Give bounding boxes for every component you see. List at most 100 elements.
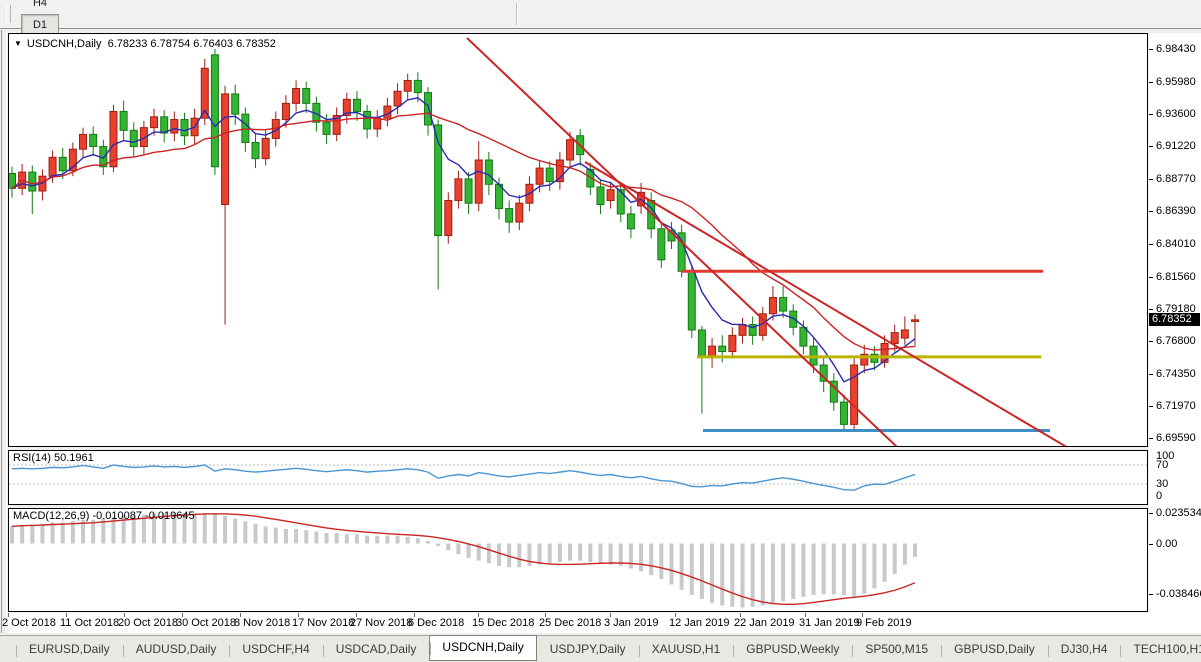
- macd-histogram-bar: [40, 523, 45, 544]
- chart-tab[interactable]: GBPUSD,Daily: [941, 638, 1048, 661]
- timeframe-button[interactable]: H4: [21, 0, 59, 14]
- chart-tab[interactable]: GBPUSD,Weekly: [733, 638, 852, 661]
- macd-signal-line: [11, 513, 916, 606]
- macd-histogram-bar: [892, 543, 897, 574]
- macd-histogram-bar: [20, 525, 25, 544]
- date-tick-label: 3 Jan 2019: [604, 617, 659, 629]
- macd-histogram-bar: [537, 543, 542, 565]
- chart-tab[interactable]: USDJPY,Daily: [537, 638, 639, 661]
- trendline-object: [466, 37, 898, 446]
- current-price-badge: 6.78352: [1149, 313, 1200, 327]
- date-tick-label: 17 Nov 2018: [292, 617, 355, 629]
- macd-histogram-bar: [456, 543, 461, 555]
- macd-indicator-panel[interactable]: [8, 508, 1148, 612]
- chart-tab[interactable]: TECH100,H1: [1120, 638, 1201, 661]
- price-tick-mark: [1149, 82, 1153, 83]
- macd-scale-label: 0.023534: [1156, 506, 1201, 519]
- macd-histogram-bar: [720, 543, 725, 606]
- rsi-line: [11, 464, 916, 491]
- macd-histogram-bar: [385, 535, 390, 544]
- price-tick-label: 6.69590: [1156, 432, 1196, 444]
- macd-histogram-bar: [628, 543, 633, 569]
- macd-histogram-bar: [314, 531, 319, 544]
- date-tick-label: 15 Dec 2018: [472, 617, 535, 629]
- macd-histogram-bar: [811, 543, 816, 595]
- price-tick-mark: [1149, 243, 1153, 245]
- macd-histogram-bar: [902, 543, 907, 565]
- chart-tab[interactable]: DJ30,H4: [1047, 638, 1121, 661]
- macd-histogram-bar: [415, 538, 420, 544]
- macd-histogram-bar: [486, 543, 491, 564]
- macd-histogram-bar: [354, 534, 359, 544]
- price-tick-label: 6.84010: [1156, 237, 1196, 250]
- macd-histogram-bar: [669, 543, 674, 585]
- macd-histogram-bar: [588, 543, 593, 562]
- price-axis[interactable]: 6.98430 6.95980 6.93600 6.91220 6.88770 6.863…: [1149, 33, 1201, 633]
- price-tick-mark: [1149, 211, 1153, 213]
- sma-18-line: [11, 112, 916, 351]
- date-tick-label: 27 Nov 2018: [350, 617, 413, 629]
- toolbar-separator: [516, 3, 518, 25]
- chart-tab[interactable]: USDCAD,Daily: [322, 638, 430, 661]
- timeframe-toolbar: M30H1H4D1W1MN: [0, 0, 1201, 75]
- toolbar-grip-icon[interactable]: [6, 5, 11, 23]
- macd-histogram-bar: [821, 543, 826, 595]
- chart-tab[interactable]: EURUSD,Daily: [16, 638, 123, 661]
- window-left-edge: [1, 30, 7, 633]
- macd-histogram-bar: [791, 543, 796, 599]
- macd-histogram-bar: [912, 543, 917, 557]
- chart-symbol-label: USDCNH,Daily: [26, 38, 102, 50]
- rsi-label: RSI(14) 50.1961: [13, 452, 94, 464]
- price-tick-label: 6.93600: [1156, 108, 1196, 121]
- macd-histogram-bar: [740, 543, 745, 608]
- rsi-canvas[interactable]: [9, 451, 1147, 504]
- macd-histogram-bar: [365, 535, 370, 544]
- chart-ohlc-values: 6.78233 6.78754 6.76403 6.78352: [107, 38, 276, 50]
- chart-tab-bar: EURUSD,Daily AUDUSD,Daily USDCHF,H4 USDCAD,…: [0, 635, 1201, 662]
- macd-histogram-bar: [263, 526, 268, 544]
- macd-tick-mark: [1149, 594, 1153, 596]
- date-tick-label: 31 Jan 2019: [799, 617, 860, 629]
- macd-histogram-bar: [699, 543, 704, 599]
- macd-histogram-bar: [872, 543, 877, 589]
- macd-histogram-bar: [50, 522, 55, 544]
- macd-scale-label: 0.00: [1156, 537, 1178, 550]
- price-tick-mark: [1149, 179, 1153, 181]
- chevron-down-icon[interactable]: ▼: [14, 39, 22, 48]
- time-axis[interactable]: 2 Oct 2018 11 Oct 2018 20 Oct 2018 30 Oct 2…: [2, 613, 1201, 633]
- price-tick-label: 6.88770: [1156, 173, 1196, 186]
- macd-histogram-bar: [730, 543, 735, 607]
- macd-histogram-bar: [750, 543, 755, 607]
- date-tick-label: 6 Dec 2018: [408, 617, 465, 629]
- price-tick-mark: [1149, 114, 1153, 116]
- chart-tab[interactable]: USDCHF,H4: [229, 638, 322, 661]
- price-tick-mark: [1149, 438, 1153, 439]
- macd-histogram-bar: [760, 543, 765, 606]
- macd-histogram-bar: [294, 528, 299, 544]
- macd-histogram-bar: [60, 522, 65, 544]
- macd-histogram-bar: [831, 543, 836, 595]
- chart-tab[interactable]: XAUUSD,H1: [638, 638, 734, 661]
- macd-histogram-bar: [781, 543, 786, 602]
- macd-tick-mark: [1149, 512, 1153, 514]
- chart-tab[interactable]: SP500,M15: [852, 638, 941, 661]
- macd-histogram-bar: [862, 543, 867, 594]
- macd-histogram-bar: [425, 540, 430, 544]
- macd-histogram-bar: [639, 543, 644, 572]
- chart-tabs: EURUSD,Daily AUDUSD,Daily USDCHF,H4 USDCAD,…: [16, 635, 1201, 661]
- chart-tab[interactable]: AUDUSD,Daily: [122, 638, 230, 661]
- macd-histogram-bar: [882, 543, 887, 582]
- macd-histogram-bar: [395, 535, 400, 544]
- price-chart-panel[interactable]: [8, 33, 1148, 447]
- price-tick-mark: [1149, 276, 1153, 278]
- macd-tick-mark: [1149, 543, 1153, 545]
- price-tick-label: 6.76800: [1156, 334, 1196, 347]
- date-tick-label: 9 Feb 2019: [856, 617, 912, 629]
- chart-tab[interactable]: USDCNH,Daily: [429, 635, 537, 661]
- price-tick-label: 6.98430: [1156, 43, 1196, 55]
- price-chart-canvas[interactable]: [9, 34, 1147, 446]
- date-tick-label: 11 Oct 2018: [60, 617, 120, 629]
- price-tick-mark: [1149, 146, 1153, 148]
- macd-canvas[interactable]: [9, 509, 1147, 611]
- rsi-indicator-panel[interactable]: [8, 450, 1148, 505]
